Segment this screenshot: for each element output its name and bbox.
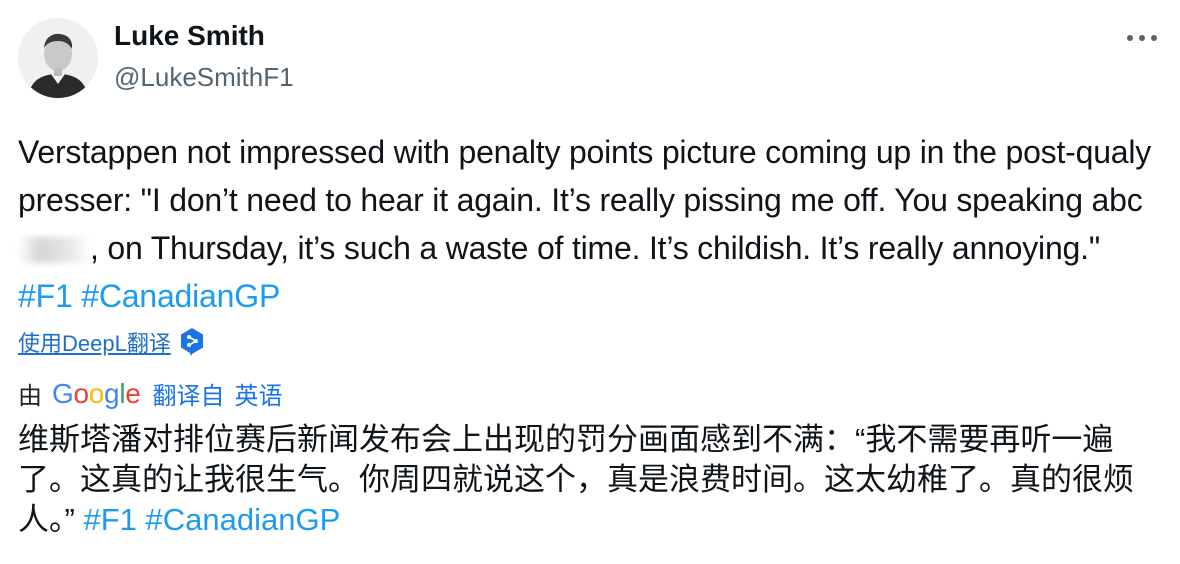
tweet-header: Luke Smith @LukeSmithF1 xyxy=(16,16,1164,100)
google-logo: Google xyxy=(52,377,141,409)
deepl-translate-row: 使用DeepL翻译 xyxy=(18,326,205,358)
redacted-blur xyxy=(18,237,90,263)
tweet-text-part2: , on Thursday, it’s such a waste of time… xyxy=(90,230,1100,266)
deepl-icon[interactable] xyxy=(179,327,205,357)
user-name[interactable]: Luke Smith xyxy=(114,20,265,52)
tweet-text-part1: Verstappen not impressed with penalty po… xyxy=(18,134,1152,218)
hashtag-link[interactable]: #CanadianGP xyxy=(81,278,280,314)
hashtag-link[interactable]: #CanadianGP xyxy=(146,502,341,537)
google-translate-row: 由 Google 翻译自 英语 xyxy=(18,376,283,411)
translated-text: 维斯塔潘对排位赛后新闻发布会上出现的罚分画面感到不满：“我不需要再听一遍了。这真… xyxy=(18,420,1158,540)
translated-from-link[interactable]: 翻译自 xyxy=(153,376,225,411)
tweet-text: Verstappen not impressed with penalty po… xyxy=(18,128,1158,320)
hashtag-link[interactable]: #F1 xyxy=(18,278,73,314)
hashtag-link[interactable]: #F1 xyxy=(83,502,136,537)
source-language-link[interactable]: 英语 xyxy=(235,376,283,411)
more-options-button[interactable] xyxy=(1120,18,1164,58)
more-horizontal-icon xyxy=(1127,35,1157,41)
avatar[interactable] xyxy=(18,18,98,98)
deepl-translate-link[interactable]: 使用DeepL翻译 xyxy=(18,326,171,358)
user-handle[interactable]: @LukeSmithF1 xyxy=(114,62,294,93)
translated-by-label: 由 xyxy=(18,383,42,410)
